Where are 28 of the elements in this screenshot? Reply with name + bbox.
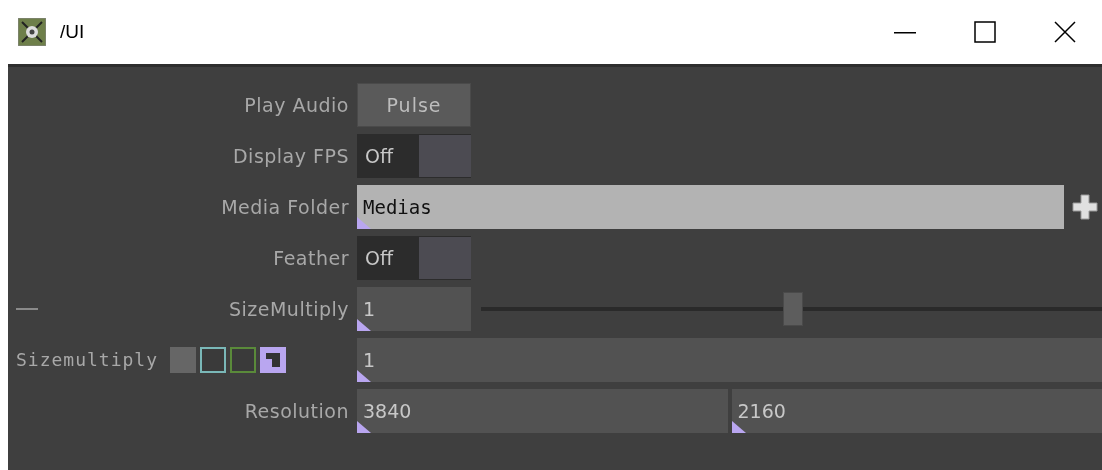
corner-icon xyxy=(357,318,371,331)
square-icon[interactable] xyxy=(230,346,257,373)
corner-icon xyxy=(357,420,371,433)
parameter-label: Play Audio xyxy=(244,93,349,116)
square-icon[interactable] xyxy=(260,346,287,373)
parameter-label: Display FPS xyxy=(232,144,349,167)
value-field[interactable]: 1 xyxy=(357,286,471,331)
value-field[interactable]: 1 xyxy=(357,337,1102,382)
folder-field[interactable]: Medias xyxy=(357,184,1064,229)
parameter-label: Sizemultiply xyxy=(16,349,159,370)
toggle-button[interactable]: Off xyxy=(357,235,471,280)
window-title: /UI xyxy=(60,21,86,43)
close-icon[interactable] xyxy=(1054,21,1076,43)
parameter-label: Resolution xyxy=(244,399,349,422)
app-icon xyxy=(18,18,46,46)
pulse-button[interactable]: Pulse xyxy=(357,82,471,127)
maximize-icon[interactable] xyxy=(974,21,996,43)
square-icon[interactable] xyxy=(200,346,227,373)
parameter-label: SizeMultiply xyxy=(228,297,349,320)
parameter-label: Media Folder xyxy=(221,195,349,218)
corner-icon xyxy=(357,216,371,229)
value-field[interactable]: 2160 xyxy=(731,388,1102,433)
corner-icon xyxy=(357,369,371,382)
slider-thumb[interactable] xyxy=(782,291,803,326)
value-field[interactable]: 3840 xyxy=(357,388,728,433)
toggle-button[interactable]: Off xyxy=(357,133,471,178)
corner-icon xyxy=(731,420,746,433)
parameter-label: Feather xyxy=(273,246,349,269)
